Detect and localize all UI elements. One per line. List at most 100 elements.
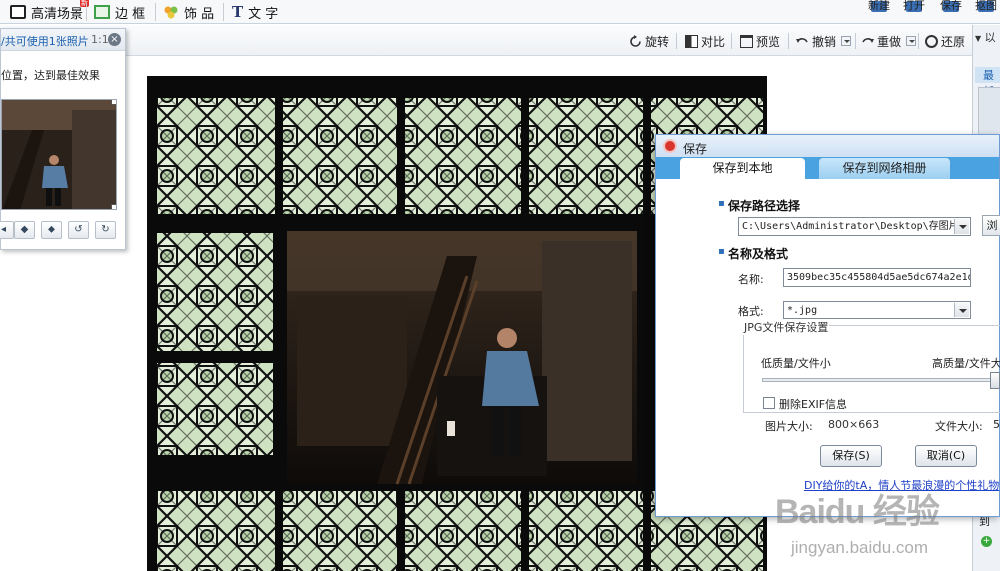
preview-label: 预览 (756, 34, 781, 49)
watermark-url: jingyan.baidu.com (791, 538, 929, 557)
flip-vertical-icon[interactable]: ⬥ (41, 221, 62, 239)
low-quality-label: 低质量/文件小 (761, 357, 831, 370)
save-menu-button[interactable]: 保存 (934, 0, 968, 24)
rotate-left-icon[interactable]: ↺ (68, 221, 89, 239)
cutout-button[interactable]: 抠图 (969, 0, 1000, 24)
name-label: 名称: (738, 273, 764, 286)
redo-button[interactable]: 重做 (861, 32, 917, 50)
menu-hd-scene-label: 高清场景 (31, 6, 84, 22)
scene-icon (10, 5, 26, 19)
rotate-icon (630, 34, 641, 47)
undo-label: 撤销 (812, 34, 837, 49)
panel-header-text: /共可使用1张照片 (1, 35, 89, 48)
cancel-button[interactable]: 取消(C) (915, 445, 977, 467)
preview-button[interactable]: 预览 (740, 32, 780, 50)
new-button[interactable]: 新建 (862, 0, 896, 24)
file-name-input[interactable]: 3509bec35c455804d5ae5dc674a2e1dd_co (783, 268, 971, 287)
toolbar-separator (731, 33, 732, 49)
menu-separator (86, 3, 87, 21)
preview-icon (740, 34, 753, 48)
menu-text[interactable]: T 文 字 (232, 2, 278, 22)
open-button[interactable]: 打开 (897, 0, 931, 24)
cutout-label: 抠图 (975, 0, 997, 12)
remove-exif-label: 删除EXIF信息 (779, 398, 848, 411)
menu-decor-label: 饰 品 (184, 6, 215, 22)
right-panel-thumb[interactable] (978, 87, 1000, 137)
save-dialog: 保存 保存到本地 保存到网络相册 保存路径选择 C:\Users\Adminis… (655, 134, 1000, 517)
path-section-title: 保存路径选择 (718, 197, 800, 214)
undo-icon (796, 37, 808, 43)
menu-border[interactable]: 边 框 (94, 2, 145, 22)
watermark-brand: Baidu 经验 (775, 484, 940, 533)
image-size-value: 800×663 (828, 418, 880, 431)
right-dropdown-icon: ▼ (975, 34, 982, 43)
format-label: 格式: (738, 305, 764, 318)
text-t-icon: T (232, 3, 244, 21)
name-section-title: 名称及格式 (718, 245, 788, 262)
tab-save-local[interactable]: 保存到本地 (680, 158, 805, 179)
menu-separator (155, 3, 156, 21)
flip-horizontal-icon[interactable]: ◆ (14, 221, 35, 239)
crop-preview-panel: /共可使用1张照片 1:1 × 位置，达到最佳效果 ◂ ◆ ⬥ ↺ ↻ (0, 28, 126, 250)
restore-button[interactable]: 还原 (925, 32, 965, 50)
rotate-button[interactable]: 旋转 (629, 32, 669, 50)
quality-slider-handle[interactable] (990, 372, 1000, 389)
thumbnail-photo (2, 100, 116, 209)
image-size-label: 图片大小: (765, 420, 813, 433)
contrast-label: 对比 (701, 34, 726, 49)
toolbar-separator (788, 33, 789, 49)
add-icon[interactable]: + (981, 536, 992, 547)
app-logo-icon (663, 139, 677, 153)
browse-button[interactable]: 浏 (982, 215, 1000, 236)
thumb-corner-handle[interactable] (111, 204, 116, 209)
redo-icon (862, 37, 874, 43)
save-path-select[interactable]: C:\Users\Administrator\Desktop\存图片 (738, 217, 971, 236)
tab-save-online-album[interactable]: 保存到网络相册 (819, 158, 950, 179)
dialog-titlebar[interactable]: 保存 (656, 135, 999, 157)
restore-label: 还原 (941, 34, 966, 49)
new-label: 新建 (868, 0, 890, 12)
open-label: 打开 (903, 0, 925, 12)
restore-icon (925, 34, 938, 48)
jpg-settings-title: JPG文件保存设置 (743, 319, 830, 335)
top-menu-bar: 高清场景 新 边 框 饰 品 T 文 字 新建 打开 保存 抠图 (0, 0, 1000, 24)
new-badge: 新 (80, 0, 89, 7)
chevron-down-icon (954, 303, 969, 317)
quality-slider[interactable] (762, 378, 1000, 382)
rotate-label: 旋转 (645, 34, 670, 49)
undo-button[interactable]: 撤销 (796, 32, 852, 50)
toolbar-separator (676, 33, 677, 49)
save-label: 保存 (940, 0, 962, 12)
contrast-button[interactable]: 对比 (685, 32, 725, 50)
rotate-right-icon[interactable]: ↻ (95, 221, 116, 239)
contrast-icon (685, 34, 698, 48)
format-select[interactable]: *.jpg (783, 301, 971, 319)
panel-close-icon[interactable]: × (108, 33, 121, 46)
file-size-value: 5 (993, 418, 1000, 431)
photo-thumbnail[interactable] (1, 99, 117, 210)
clover-icon (163, 5, 179, 19)
menu-text-label: 文 字 (248, 6, 279, 22)
edit-toolbar: 旋转 对比 预览 撤销 重做 还原 (0, 25, 1000, 56)
panel-ratio: 1:1 (91, 33, 109, 46)
menu-separator (223, 3, 224, 21)
thumb-corner-handle[interactable] (111, 100, 116, 105)
baidu-jingyan-watermark: Baidu 经验 jingyan.baidu.com (775, 484, 970, 571)
undo-dropdown-icon[interactable] (841, 36, 852, 46)
rotate-partial-button[interactable]: ◂ (0, 221, 14, 239)
right-panel-tab[interactable]: ▼ 以 (975, 29, 1000, 45)
dialog-tabs: 保存到本地 保存到网络相册 (656, 157, 999, 179)
right-tab-label: 以 (984, 31, 996, 44)
border-icon (94, 5, 110, 19)
menu-decor[interactable]: 饰 品 (163, 2, 214, 22)
format-value: *.jpg (787, 305, 818, 316)
panel-tip: 位置，达到最佳效果 (1, 69, 100, 82)
right-panel-header: 最新 (975, 67, 1000, 98)
save-button[interactable]: 保存(S) (820, 445, 882, 467)
watermark-brand-text: Baidu 经验 (775, 493, 940, 531)
file-size-label: 文件大小: (935, 420, 983, 433)
menu-hd-scene[interactable]: 高清场景 新 (10, 0, 89, 22)
redo-dropdown-icon[interactable] (906, 36, 917, 46)
panel-header: /共可使用1张照片 1:1 × (1, 29, 125, 51)
remove-exif-checkbox[interactable] (763, 397, 775, 409)
